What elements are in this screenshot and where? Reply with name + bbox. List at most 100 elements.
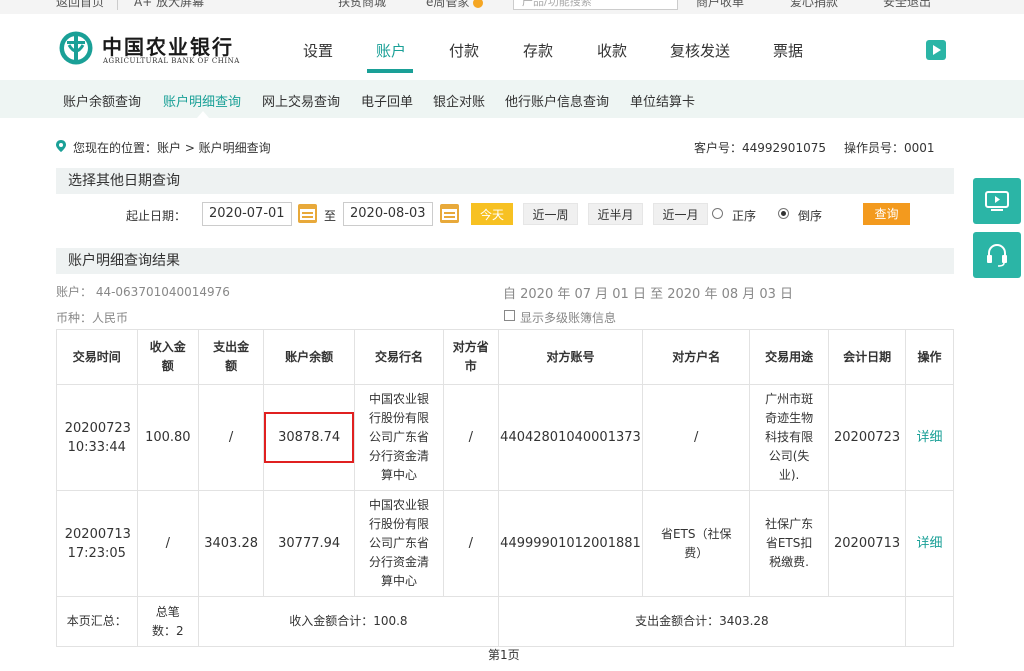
- merchant-collect-link[interactable]: 商户收单: [696, 0, 744, 10]
- col-province-label: 对方省市: [452, 340, 489, 373]
- headset-icon: [987, 244, 1007, 267]
- summary-expense-total: 支出金额合计：3403.28: [497, 596, 907, 647]
- cell-purpose: 广州市斑奇迹生物科技有限公司(失业).: [749, 384, 830, 491]
- cell-time: 20200713 17:23:05: [56, 490, 138, 597]
- detail-link[interactable]: 详细: [917, 430, 943, 445]
- cell-bank: 中国农业银行股份有限公司广东省分行资金清算中心: [354, 384, 444, 491]
- col-expense: 支出金额: [198, 329, 265, 385]
- transaction-table: 交易时间 收入金额 支出金额 账户余额 交易行名 对方省市 对方账号 对方户名 …: [56, 329, 954, 647]
- cell-name: /: [642, 384, 751, 491]
- col-name: 对方户名: [642, 329, 751, 385]
- active-nav-indicator: [367, 69, 413, 73]
- cell-name: 省ETS（社保费）: [642, 490, 751, 597]
- bank-text: 中国农业银行股份有限公司广东省分行资金清算中心: [369, 498, 430, 588]
- date-query-row: 起止日期： 2020-07-01 至 2020-08-03 今天 近一周 近半月…: [56, 198, 954, 230]
- table-row: 20200713 17:23:05 / 3403.28 30777.94 中国农…: [56, 490, 954, 597]
- bank-logo[interactable]: 中国农业银行 AGRICULTURAL BANK OF CHINA: [58, 30, 248, 70]
- detail-link[interactable]: 详细: [917, 536, 943, 551]
- subnav-balance-query[interactable]: 账户余额查询: [63, 91, 141, 110]
- date-query-section-title: 选择其他日期查询: [56, 168, 954, 194]
- account-number: 账户： 44-063701040014976: [56, 285, 230, 299]
- highlighted-balance: 30878.74: [264, 412, 355, 463]
- order-asc-label: 正序: [732, 209, 757, 223]
- subnav-detail-query[interactable]: 账户明细查询: [163, 91, 241, 110]
- cell-acct-date: 20200713: [828, 490, 907, 597]
- cell-expense: 3403.28: [198, 490, 265, 597]
- subnav-other-bank[interactable]: 他行账户信息查询: [505, 91, 609, 110]
- abc-logo-icon: [59, 31, 93, 65]
- col-balance: 账户余额: [263, 329, 356, 385]
- search-button[interactable]: 查询: [863, 203, 910, 225]
- nav-account[interactable]: 账户: [376, 40, 406, 61]
- cell-expense: /: [198, 384, 265, 491]
- breadcrumb: 您现在的位置：账户 > 账户明细查询: [73, 141, 271, 155]
- order-desc-label: 倒序: [798, 209, 823, 223]
- last-month-button[interactable]: 近一月: [653, 203, 708, 225]
- cell-action: 详细: [905, 384, 954, 491]
- back-home-link[interactable]: 返回首页: [56, 0, 104, 10]
- donate-link[interactable]: 爱心捐款: [790, 0, 838, 10]
- product-search-input[interactable]: 产品/功能搜索: [513, 0, 678, 10]
- page-indicator: 第1页: [488, 648, 520, 662]
- steward-link[interactable]: e周管家: [426, 0, 484, 10]
- time-text: 20200723 10:33:44: [64, 420, 131, 455]
- start-calendar-icon[interactable]: [298, 204, 317, 223]
- start-date-input[interactable]: 2020-07-01: [202, 202, 292, 226]
- video-help-button[interactable]: [973, 178, 1021, 224]
- to-label: 至: [324, 209, 337, 223]
- end-calendar-icon[interactable]: [440, 204, 459, 223]
- col-expense-label: 支出金额: [213, 340, 250, 373]
- subnav-online-transaction[interactable]: 网上交易查询: [262, 91, 340, 110]
- nav-collection[interactable]: 收款: [597, 40, 627, 61]
- col-action: 操作: [905, 329, 954, 385]
- bank-name-cn: 中国农业银行: [102, 35, 234, 59]
- poverty-mall-link[interactable]: 扶贫商城: [338, 0, 386, 10]
- cell-time: 20200723 10:33:44: [56, 384, 138, 491]
- customer-service-button[interactable]: [973, 232, 1021, 278]
- col-account: 对方账号: [497, 329, 644, 385]
- nav-deposit[interactable]: 存款: [523, 40, 553, 61]
- today-button[interactable]: 今天: [471, 203, 513, 225]
- steward-label: e周管家: [426, 0, 470, 9]
- active-subnav-caret: [197, 111, 209, 118]
- multi-level-checkbox[interactable]: [504, 310, 515, 321]
- summary-row: 本页汇总： 总笔数：2 收入金额合计：100.8 支出金额合计：3403.28: [56, 596, 954, 647]
- divider: [117, 0, 118, 10]
- summary-count-cell: 总笔数：2: [136, 596, 200, 647]
- multi-level-label: 显示多级账簿信息: [520, 311, 617, 325]
- table-header-row: 交易时间 收入金额 支出金额 账户余额 交易行名 对方省市 对方账号 对方户名 …: [56, 329, 954, 385]
- date-range-label: 起止日期：: [126, 209, 187, 223]
- subnav-e-receipt[interactable]: 电子回单: [361, 91, 413, 110]
- name-text: 省ETS（社保费）: [660, 526, 732, 560]
- cell-action: 详细: [905, 490, 954, 597]
- nav-review-send[interactable]: 复核发送: [670, 40, 730, 61]
- nav-payment[interactable]: 付款: [449, 40, 479, 61]
- cell-balance: 30777.94: [263, 490, 356, 597]
- sub-nav: 账户余额查询 账户明细查询 网上交易查询 电子回单 银企对账 他行账户信息查询 …: [0, 80, 1024, 118]
- location-pin-icon: [56, 140, 66, 152]
- subnav-reconciliation[interactable]: 银企对账: [433, 91, 485, 110]
- enlarge-screen-link[interactable]: A+ 放大屏幕: [134, 0, 204, 10]
- table-row: 20200723 10:33:44 100.80 / 30878.74 中国农业…: [56, 384, 954, 491]
- order-desc-radio[interactable]: [778, 208, 789, 219]
- screen-play-icon: [985, 191, 1009, 211]
- half-month-button[interactable]: 近半月: [588, 203, 643, 225]
- operator-number: 操作员号：0001: [844, 141, 935, 155]
- col-acct-date: 会计日期: [828, 329, 907, 385]
- summary-label: 本页汇总：: [56, 596, 138, 647]
- logout-link[interactable]: 安全退出: [883, 0, 931, 10]
- order-asc-radio[interactable]: [712, 208, 723, 219]
- header: 中国农业银行 AGRICULTURAL BANK OF CHINA 设置 账户 …: [0, 14, 1024, 80]
- subnav-settlement-card[interactable]: 单位结算卡: [630, 91, 695, 110]
- steward-dot-icon: [473, 0, 484, 8]
- nav-bills[interactable]: 票据: [773, 40, 803, 61]
- cell-income: 100.80: [136, 384, 200, 491]
- last-week-button[interactable]: 近一周: [523, 203, 578, 225]
- nav-settings[interactable]: 设置: [303, 40, 333, 61]
- col-income: 收入金额: [136, 329, 200, 385]
- end-date-input[interactable]: 2020-08-03: [343, 202, 433, 226]
- play-icon[interactable]: [926, 40, 946, 60]
- currency: 币种：人民币: [56, 311, 129, 325]
- result-section-title: 账户明细查询结果: [56, 248, 954, 274]
- cell-income: /: [136, 490, 200, 597]
